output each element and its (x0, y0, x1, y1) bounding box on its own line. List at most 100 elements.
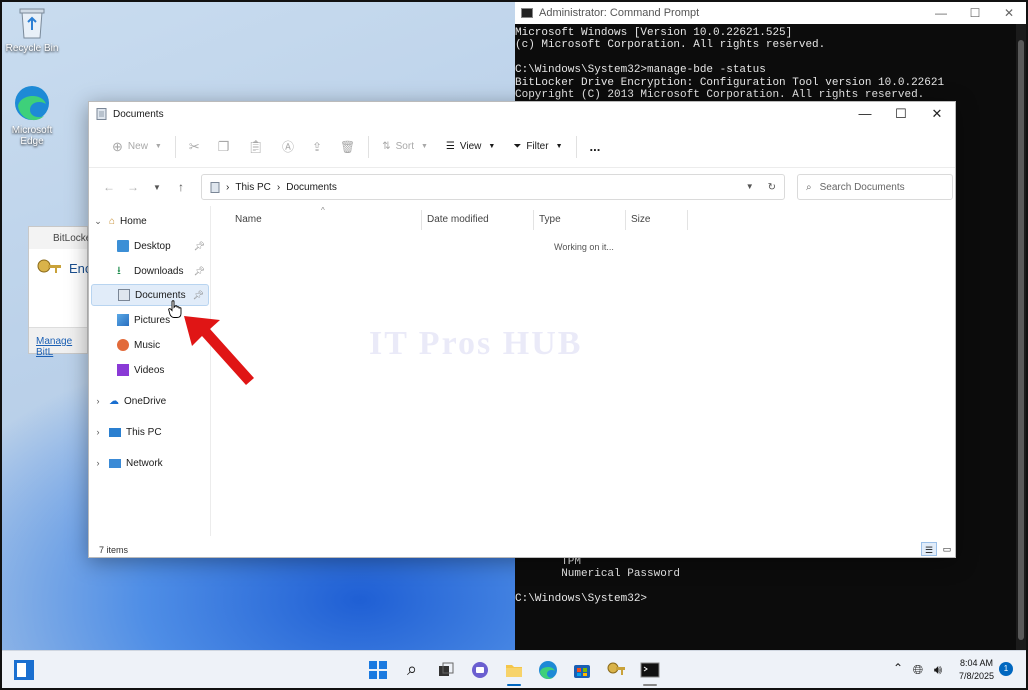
cmd-line: C:\Windows\System32>manage-bde -status (515, 64, 766, 77)
explorer-title-bar[interactable]: Documents — ☐ ✕ (89, 102, 955, 126)
nav-item-network[interactable]: › Network (91, 452, 209, 474)
up-arrow-icon[interactable]: ↑ (169, 180, 193, 194)
cut-button[interactable]: ✂ (180, 133, 209, 161)
copy-button[interactable]: ❐ (209, 133, 239, 161)
column-name[interactable]: Name (235, 214, 262, 225)
nav-label: Desktop (134, 240, 171, 252)
edge-desktop-icon[interactable]: Microsoft Edge (2, 84, 62, 147)
minimize-icon[interactable]: — (847, 106, 883, 122)
recycle-bin-label: Recycle Bin (5, 43, 59, 54)
paste-button[interactable]: 📋︎ (238, 133, 273, 161)
notification-badge[interactable]: 1 (999, 662, 1013, 676)
view-list-icon: ☰ (445, 141, 455, 152)
pin-icon[interactable]: 📌︎ (194, 266, 205, 277)
column-size[interactable]: Size (631, 214, 650, 225)
more-options-button[interactable]: ... (581, 133, 610, 161)
nav-label: Downloads (134, 265, 184, 277)
copy-icon: ❐ (217, 138, 230, 154)
start-icon[interactable] (368, 660, 388, 680)
column-date-modified[interactable]: Date modified (427, 214, 489, 225)
explorer-title: Documents (113, 108, 164, 120)
chevron-right-icon[interactable]: › (91, 396, 105, 406)
teams-chat-icon[interactable] (470, 660, 490, 680)
close-icon[interactable]: ✕ (919, 106, 955, 122)
store-icon[interactable] (572, 660, 592, 680)
sort-indicator-icon: ^ (321, 206, 325, 215)
task-view-icon[interactable] (436, 660, 456, 680)
recycle-bin-desktop-icon[interactable]: Recycle Bin (2, 6, 62, 54)
back-arrow-icon[interactable]: ← (97, 180, 121, 194)
address-dropdown-icon[interactable]: ▼ (746, 182, 754, 193)
scroll-thumb[interactable] (1018, 40, 1024, 640)
globe-icon[interactable]: 🌐︎ (908, 660, 928, 680)
search-placeholder: Search Documents (819, 181, 905, 193)
new-button[interactable]: ⊕ New ▼ (103, 133, 171, 161)
address-bar[interactable]: › This PC › Documents ▼ ↻ (201, 174, 785, 200)
cmd-line: BitLocker Drive Encryption: Configuratio… (515, 76, 945, 89)
loading-status: Working on it... (554, 242, 614, 252)
share-button[interactable]: ⇪ (303, 133, 331, 161)
cmd-line: Copyright (C) 2013 Microsoft Corporation… (515, 89, 925, 102)
view-button[interactable]: ☰ View ▼ (437, 133, 504, 161)
clock[interactable]: 8:04 AM 7/8/2025 (959, 657, 994, 683)
sort-label: Sort (395, 141, 414, 152)
pin-icon[interactable]: 📌︎ (193, 290, 204, 301)
breadcrumb-chevron-icon: › (276, 181, 281, 193)
cmd-output: Microsoft Windows [Version 10.0.22621.52… (515, 24, 1026, 101)
chevron-right-icon[interactable]: › (91, 427, 105, 437)
refresh-icon[interactable]: ↻ (768, 182, 776, 193)
widgets-icon[interactable] (14, 660, 34, 680)
sort-button[interactable]: ⇅ Sort ▼ (373, 133, 437, 161)
tiles-view-icon[interactable]: ▭ (939, 542, 955, 556)
nav-item-documents[interactable]: Documents 📌︎ (91, 284, 209, 306)
cmd-taskbar-icon[interactable] (640, 660, 660, 686)
chevron-up-icon[interactable]: ⌃ (888, 661, 908, 681)
bitlocker-taskbar-icon[interactable] (606, 660, 626, 680)
nav-item-onedrive[interactable]: › ☁ OneDrive (91, 390, 209, 412)
download-icon: ⭳ (117, 265, 121, 277)
volume-icon[interactable]: 🔊︎ (928, 660, 948, 680)
chevron-down-icon: ▼ (154, 143, 162, 150)
search-icon[interactable]: ⌕ (402, 660, 422, 680)
network-icon (109, 458, 121, 468)
chevron-down-icon[interactable]: ⌄ (91, 216, 105, 227)
details-view-icon[interactable]: ☰ (921, 542, 937, 556)
pin-icon[interactable]: 📌︎ (194, 241, 205, 252)
column-type[interactable]: Type (539, 214, 561, 225)
cmd-scrollbar[interactable] (1016, 24, 1026, 650)
breadcrumb-this-pc[interactable]: This PC (235, 182, 271, 193)
nav-label: Home (120, 215, 147, 227)
nav-item-downloads[interactable]: ⭳ Downloads 📌︎ (91, 260, 209, 282)
nav-item-desktop[interactable]: Desktop 📌︎ (91, 235, 209, 257)
close-icon[interactable]: ✕ (992, 6, 1026, 20)
nav-item-home[interactable]: ⌄ ⌂ Home (91, 210, 209, 232)
music-icon (117, 339, 129, 351)
chevron-down-icon: ▼ (555, 143, 563, 150)
maximize-icon[interactable]: ☐ (883, 106, 919, 122)
rename-button[interactable]: Ⓐ (273, 133, 303, 161)
file-explorer-taskbar-icon[interactable] (504, 660, 524, 686)
chevron-right-icon[interactable]: › (91, 458, 105, 468)
bitlocker-title-bar[interactable]: BitLocker (29, 227, 95, 249)
cmd-bottom-output: TPM Numerical Password C:\Windows\System… (515, 556, 680, 606)
cmd-title-bar[interactable]: Administrator: Command Prompt — ☐ ✕ (515, 2, 1026, 24)
cmd-prompt[interactable]: C:\Windows\System32> (515, 593, 647, 605)
monitor-icon (109, 427, 121, 437)
bitlocker-window[interactable]: BitLocker Enc Manage BitL (28, 226, 95, 358)
recent-chevron-icon[interactable]: ▼ (145, 183, 169, 192)
breadcrumb-documents[interactable]: Documents (286, 182, 337, 193)
nav-item-this-pc[interactable]: › This PC (91, 421, 209, 443)
filter-button[interactable]: ⏷ Filter ▼ (504, 133, 571, 161)
watermark: IT Pros HUB (369, 325, 583, 362)
scissors-icon: ✂ (188, 138, 200, 154)
search-box[interactable]: ⌕ Search Documents (797, 174, 953, 200)
nav-label: OneDrive (124, 395, 167, 407)
rename-icon: Ⓐ (281, 140, 294, 154)
minimize-icon[interactable]: — (924, 6, 958, 20)
manage-bitlocker-link[interactable]: Manage BitL (29, 327, 87, 358)
edge-taskbar-icon[interactable] (538, 660, 558, 680)
forward-arrow-icon[interactable]: → (121, 180, 145, 194)
delete-button[interactable]: 🗑︎ (331, 133, 364, 161)
maximize-icon[interactable]: ☐ (958, 6, 992, 20)
bitlocker-key-icon (37, 259, 61, 273)
